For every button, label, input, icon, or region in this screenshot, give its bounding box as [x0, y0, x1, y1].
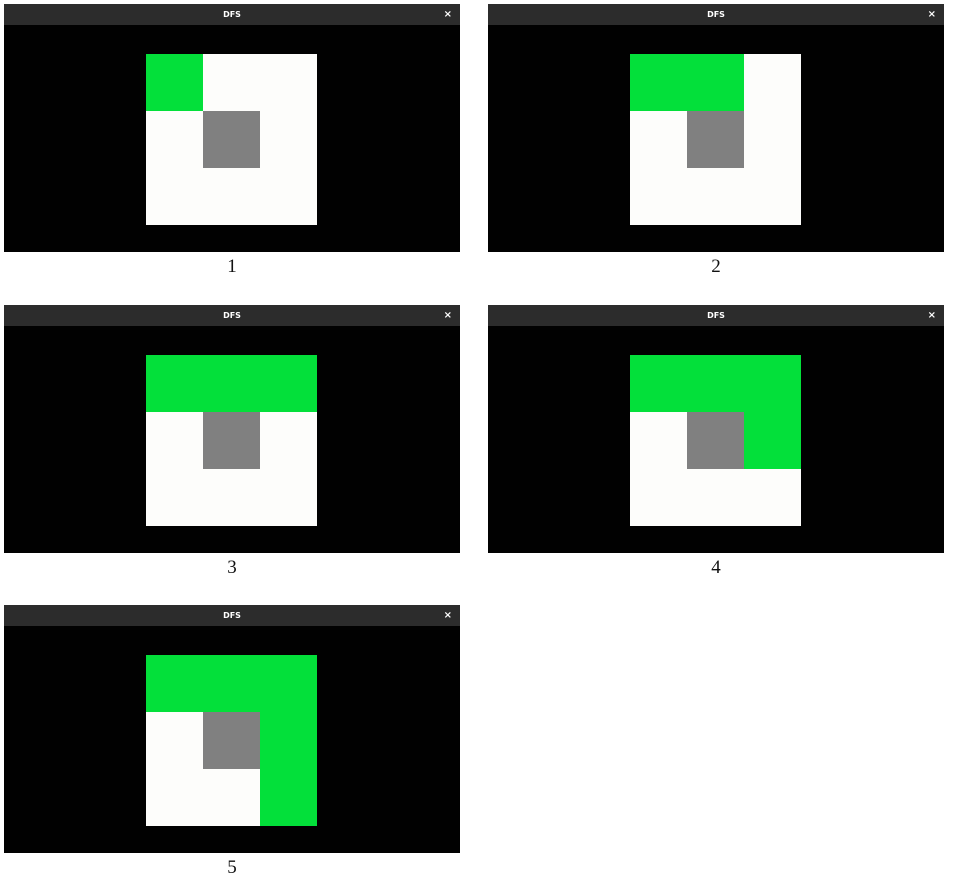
maze-cell-visited	[260, 355, 317, 412]
title-bar[interactable]: DFS ×	[4, 4, 460, 25]
dfs-window: DFS ×	[4, 605, 460, 853]
maze-cell-open	[203, 769, 260, 826]
maze-cell-open	[260, 469, 317, 526]
maze-cell-open	[260, 111, 317, 168]
maze-cell-open	[203, 168, 260, 225]
maze-canvas	[488, 326, 944, 553]
maze-cell-open	[146, 168, 203, 225]
maze-cell-visited	[260, 655, 317, 712]
maze-cell-open	[203, 54, 260, 111]
maze-cell-visited	[260, 769, 317, 826]
close-icon[interactable]: ×	[928, 4, 936, 25]
maze-cell-visited	[744, 412, 801, 469]
close-icon[interactable]: ×	[444, 305, 452, 326]
maze-cell-wall	[203, 111, 260, 168]
window-title: DFS	[707, 10, 725, 19]
maze-cell-open	[744, 54, 801, 111]
screenshot-panel-1: DFS × 1	[4, 4, 460, 278]
maze-grid	[146, 655, 317, 826]
step-caption: 2	[711, 256, 721, 277]
maze-cell-open	[687, 168, 744, 225]
window-title: DFS	[707, 311, 725, 320]
screenshot-panel-3: DFS × 3	[4, 305, 460, 579]
step-caption: 1	[227, 256, 237, 277]
maze-cell-visited	[687, 54, 744, 111]
maze-cell-wall	[687, 111, 744, 168]
maze-cell-open	[630, 168, 687, 225]
title-bar[interactable]: DFS ×	[488, 305, 944, 326]
title-bar[interactable]: DFS ×	[4, 605, 460, 626]
maze-cell-open	[146, 712, 203, 769]
maze-cell-visited	[203, 355, 260, 412]
step-caption: 5	[227, 857, 237, 878]
screenshot-panel-2: DFS × 2	[488, 4, 944, 278]
maze-cell-visited	[203, 655, 260, 712]
maze-grid	[630, 355, 801, 526]
dfs-window: DFS ×	[4, 4, 460, 252]
maze-cell-open	[744, 469, 801, 526]
window-title: DFS	[223, 10, 241, 19]
screenshot-panel-4: DFS × 4	[488, 305, 944, 579]
dfs-window: DFS ×	[488, 305, 944, 553]
maze-cell-open	[744, 168, 801, 225]
maze-cell-visited	[687, 355, 744, 412]
maze-cell-open	[687, 469, 744, 526]
maze-grid	[146, 355, 317, 526]
maze-canvas	[4, 25, 460, 252]
maze-cell-wall	[203, 712, 260, 769]
step-caption: 4	[711, 557, 721, 578]
maze-cell-open	[260, 168, 317, 225]
dfs-window: DFS ×	[488, 4, 944, 252]
maze-grid	[146, 54, 317, 225]
maze-cell-visited	[146, 355, 203, 412]
title-bar[interactable]: DFS ×	[4, 305, 460, 326]
maze-cell-open	[260, 54, 317, 111]
maze-cell-visited	[146, 655, 203, 712]
maze-canvas	[4, 326, 460, 553]
maze-cell-open	[744, 111, 801, 168]
maze-cell-open	[146, 111, 203, 168]
maze-cell-wall	[687, 412, 744, 469]
maze-cell-open	[260, 412, 317, 469]
dfs-window: DFS ×	[4, 305, 460, 553]
window-title: DFS	[223, 611, 241, 620]
maze-cell-open	[203, 469, 260, 526]
maze-canvas	[4, 626, 460, 853]
maze-cell-open	[146, 412, 203, 469]
close-icon[interactable]: ×	[928, 305, 936, 326]
maze-cell-wall	[203, 412, 260, 469]
title-bar[interactable]: DFS ×	[488, 4, 944, 25]
maze-cell-visited	[146, 54, 203, 111]
close-icon[interactable]: ×	[444, 605, 452, 626]
close-icon[interactable]: ×	[444, 4, 452, 25]
maze-cell-visited	[744, 355, 801, 412]
maze-canvas	[488, 25, 944, 252]
maze-grid	[630, 54, 801, 225]
maze-cell-open	[630, 111, 687, 168]
screenshot-panel-5: DFS × 5	[4, 605, 460, 879]
maze-cell-visited	[630, 54, 687, 111]
maze-cell-open	[630, 469, 687, 526]
maze-cell-open	[146, 769, 203, 826]
maze-cell-open	[630, 412, 687, 469]
step-caption: 3	[227, 557, 237, 578]
window-title: DFS	[223, 311, 241, 320]
maze-cell-visited	[260, 712, 317, 769]
maze-cell-open	[146, 469, 203, 526]
maze-cell-visited	[630, 355, 687, 412]
